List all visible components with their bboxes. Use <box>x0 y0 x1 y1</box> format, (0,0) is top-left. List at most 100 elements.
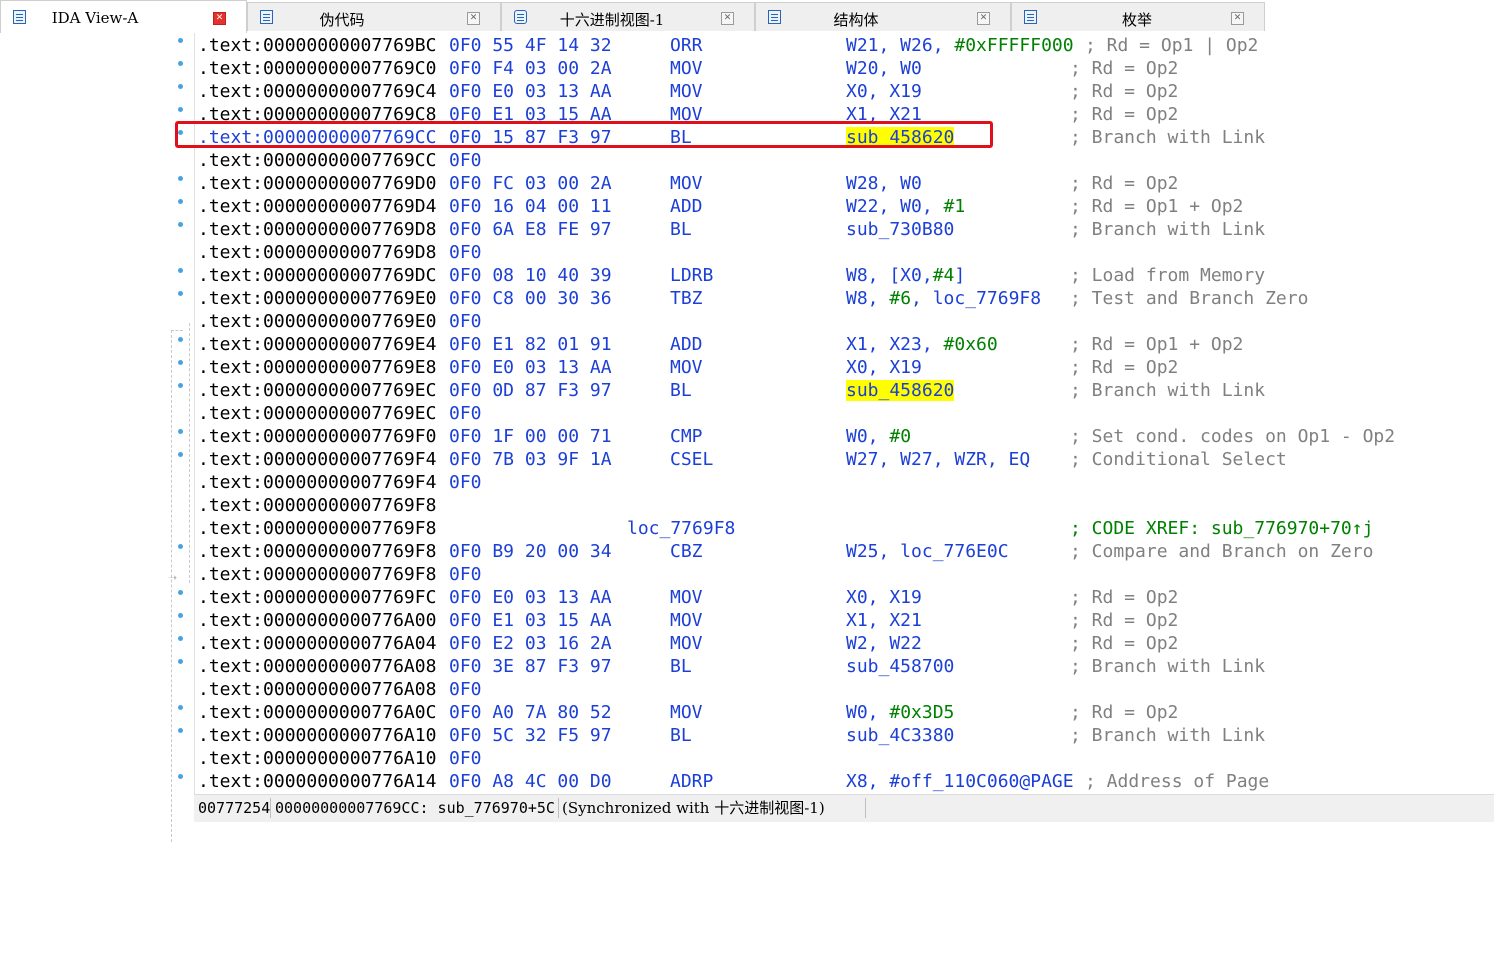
listing-line[interactable]: .text:00000000007769C8 0F0 E1 03 15 AA MOV… <box>195 103 1494 126</box>
listing-line[interactable]: .text:00000000007769EC 0F0 <box>195 402 1494 425</box>
operands[interactable]: sub_730B80 <box>846 218 954 241</box>
breakpoint-dot[interactable] <box>178 130 183 135</box>
operands[interactable]: W28, W0 <box>846 172 922 195</box>
listing-line[interactable]: .text:00000000007769F4 0F0 7B 03 9F 1A CSE… <box>195 448 1494 471</box>
operands[interactable]: X1, X23, #0x60 <box>846 333 998 356</box>
listing-line[interactable]: .text:00000000007769C0 0F0 F4 03 00 2A MOV… <box>195 57 1494 80</box>
listing-line[interactable]: .text:00000000007769FC 0F0 E0 03 13 AA MOV… <box>195 586 1494 609</box>
listing-line[interactable]: .text:0000000000776A10 0F0 5C 32 F5 97 BL s… <box>195 724 1494 747</box>
operands[interactable]: X0, X19 <box>846 586 922 609</box>
listing-line[interactable]: .text:00000000007769D4 0F0 16 04 00 11 ADD… <box>195 195 1494 218</box>
tab-pseudocode[interactable]: 伪代码 ✕ <box>247 2 501 31</box>
listing-line[interactable]: .text:00000000007769F8 loc_7769F8 ; CODE X… <box>195 517 1494 540</box>
close-icon[interactable]: ✕ <box>1231 12 1244 25</box>
breakpoint-dot[interactable] <box>178 107 183 112</box>
listing-line[interactable]: .text:00000000007769F8 0F0 <box>195 563 1494 586</box>
breakpoint-dot[interactable] <box>178 728 183 733</box>
operand-text: ] <box>954 265 966 286</box>
highlighted-symbol[interactable]: sub_458620 <box>846 380 955 401</box>
breakpoint-dot[interactable] <box>178 636 183 641</box>
breakpoint-dot[interactable] <box>178 222 183 227</box>
breakpoint-dot[interactable] <box>178 360 183 365</box>
arrow-gutter[interactable]: ➝ <box>0 33 194 842</box>
listing-line[interactable]: .text:0000000000776A10 0F0 <box>195 747 1494 770</box>
operands[interactable]: W0, #0 <box>846 425 911 448</box>
address: .text:0000000000776A04 <box>198 633 437 654</box>
address: .text:00000000007769D0 <box>198 173 437 194</box>
operands[interactable]: sub_458620 <box>846 379 955 402</box>
listing-line[interactable]: .text:0000000000776A00 0F0 E1 03 15 AA MOV… <box>195 609 1494 632</box>
listing-line[interactable]: .text:00000000007769F0 0F0 1F 00 00 71 CMP… <box>195 425 1494 448</box>
listing-line[interactable]: .text:0000000000776A04 0F0 E2 03 16 2A MOV… <box>195 632 1494 655</box>
listing-line[interactable]: .text:00000000007769C4 0F0 E0 03 13 AA MOV… <box>195 80 1494 103</box>
listing-line[interactable]: .text:0000000000776A0C 0F0 A0 7A 80 52 MOV… <box>195 701 1494 724</box>
comment: ; Rd = Op1 + Op2 <box>1070 196 1244 217</box>
listing-line[interactable]: .text:00000000007769E0 0F0 <box>195 310 1494 333</box>
breakpoint-dot[interactable] <box>178 613 183 618</box>
operands[interactable]: W27, W27, WZR, EQ <box>846 448 1030 471</box>
operands[interactable]: W20, W0 <box>846 57 922 80</box>
breakpoint-dot[interactable] <box>178 544 183 549</box>
listing-line[interactable]: .text:00000000007769E0 0F0 C8 00 30 36 TBZ… <box>195 287 1494 310</box>
operands[interactable]: sub_4C3380 <box>846 724 954 747</box>
listing-line[interactable]: .text:00000000007769BC 0F0 55 4F 14 32 ORR… <box>195 34 1494 57</box>
tab-ida-view-a[interactable]: IDA View-A ✕ <box>0 0 247 33</box>
breakpoint-dot[interactable] <box>178 268 183 273</box>
listing-line[interactable]: .text:00000000007769CC 0F0 <box>195 149 1494 172</box>
operands[interactable]: X0, X19 <box>846 80 922 103</box>
listing-line[interactable]: .text:00000000007769D0 0F0 FC 03 00 2A MOV… <box>195 172 1494 195</box>
operands[interactable]: W21, W26, #0xFFFFF000 <box>846 34 1074 57</box>
operands[interactable]: X1, X21 <box>846 103 922 126</box>
listing-line[interactable]: .text:0000000000776A08 0F0 3E 87 F3 97 BL s… <box>195 655 1494 678</box>
tab-hex-view[interactable]: 十六进制视图-1 ✕ <box>501 2 755 31</box>
tab-enums[interactable]: 枚举 ✕ <box>1011 2 1265 31</box>
listing-line[interactable]: .text:0000000000776A08 0F0 <box>195 678 1494 701</box>
listing-line[interactable]: .text:00000000007769F8 <box>195 494 1494 517</box>
breakpoint-dot[interactable] <box>178 659 183 664</box>
tab-structures[interactable]: 结构体 ✕ <box>755 2 1011 31</box>
operands[interactable]: sub_458700 <box>846 655 954 678</box>
breakpoint-dot[interactable] <box>178 452 183 457</box>
operand-text: W21, W26, <box>846 35 955 56</box>
operands[interactable]: X8, #off_110C060@PAGE <box>846 770 1074 793</box>
breakpoint-dot[interactable] <box>178 774 183 779</box>
breakpoint-dot[interactable] <box>178 383 183 388</box>
listing-line[interactable]: .text:00000000007769DC 0F0 08 10 40 39 LDR… <box>195 264 1494 287</box>
disassembly-listing[interactable]: .text:00000000007769BC 0F0 55 4F 14 32 ORR… <box>194 33 1494 794</box>
opcode-bytes: 0F0 E0 03 13 AA <box>449 587 612 608</box>
close-icon[interactable]: ✕ <box>467 12 480 25</box>
listing-line[interactable]: .text:00000000007769D8 0F0 <box>195 241 1494 264</box>
breakpoint-dot[interactable] <box>178 429 183 434</box>
breakpoint-dot[interactable] <box>178 199 183 204</box>
breakpoint-dot[interactable] <box>178 84 183 89</box>
breakpoint-dot[interactable] <box>178 176 183 181</box>
operands[interactable]: X0, X19 <box>846 356 922 379</box>
listing-line[interactable]: .text:00000000007769D8 0F0 6A E8 FE 97 BL s… <box>195 218 1494 241</box>
current-listing-line[interactable]: .text:00000000007769CC 0F0 15 87 F3 97 BL s… <box>195 126 1494 149</box>
breakpoint-dot[interactable] <box>178 61 183 66</box>
operands[interactable]: W8, #6, loc_7769F8 <box>846 287 1041 310</box>
operands[interactable]: W22, W0, #1 <box>846 195 965 218</box>
operands[interactable]: sub_458620 <box>846 126 955 149</box>
breakpoint-dot[interactable] <box>178 590 183 595</box>
listing-line[interactable]: .text:00000000007769F8 0F0 B9 20 00 34 CBZ… <box>195 540 1494 563</box>
highlighted-symbol[interactable]: sub_458620 <box>846 127 955 148</box>
operands[interactable]: X1, X21 <box>846 609 922 632</box>
breakpoint-dot[interactable] <box>178 291 183 296</box>
close-icon[interactable]: ✕ <box>977 12 990 25</box>
breakpoint-dot[interactable] <box>178 337 183 342</box>
listing-line[interactable]: .text:00000000007769E4 0F0 E1 82 01 91 ADD… <box>195 333 1494 356</box>
listing-line[interactable]: .text:00000000007769E8 0F0 E0 03 13 AA MOV… <box>195 356 1494 379</box>
listing-line[interactable]: .text:00000000007769F4 0F0 <box>195 471 1494 494</box>
operands[interactable]: W8, [X0,#4] <box>846 264 965 287</box>
opcode-bytes: 0F0 15 87 F3 97 <box>449 127 612 148</box>
address: .text:00000000007769F8 <box>198 518 437 539</box>
operands[interactable]: W2, W22 <box>846 632 922 655</box>
listing-line[interactable]: .text:0000000000776A14 0F0 A8 4C 00 D0 ADR… <box>195 770 1494 793</box>
code-label[interactable]: loc_7769F8 <box>627 517 735 540</box>
breakpoint-dot[interactable] <box>178 38 183 43</box>
operands[interactable]: W25, loc_776E0C <box>846 540 1009 563</box>
operands[interactable]: W0, #0x3D5 <box>846 701 954 724</box>
listing-line[interactable]: .text:00000000007769EC 0F0 0D 87 F3 97 BL s… <box>195 379 1494 402</box>
breakpoint-dot[interactable] <box>178 705 183 710</box>
